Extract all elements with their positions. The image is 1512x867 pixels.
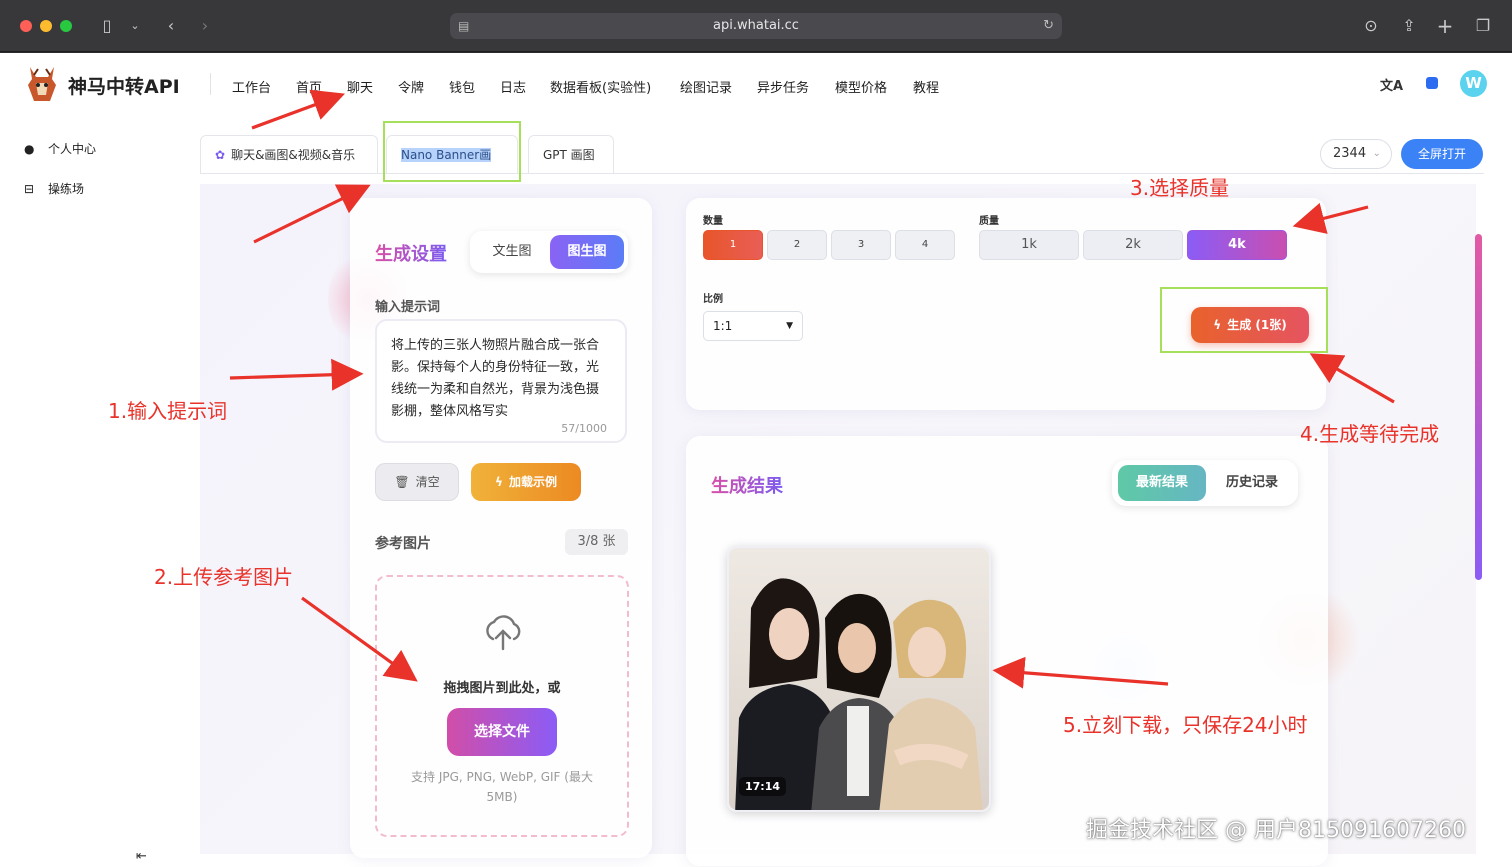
annotation-step-3: 3.选择质量 bbox=[1130, 176, 1230, 200]
annotation-step-5: 5.立刻下载，只保存24小时 bbox=[1063, 713, 1308, 737]
annotation-step-4: 4.生成等待完成 bbox=[1300, 422, 1440, 446]
annotation-step-1: 1.输入提示词 bbox=[108, 399, 228, 423]
watermark: 掘金技术社区 @ 用户815091607260 bbox=[1086, 818, 1466, 843]
annotation-step-2: 2.上传参考图片 bbox=[154, 565, 294, 589]
